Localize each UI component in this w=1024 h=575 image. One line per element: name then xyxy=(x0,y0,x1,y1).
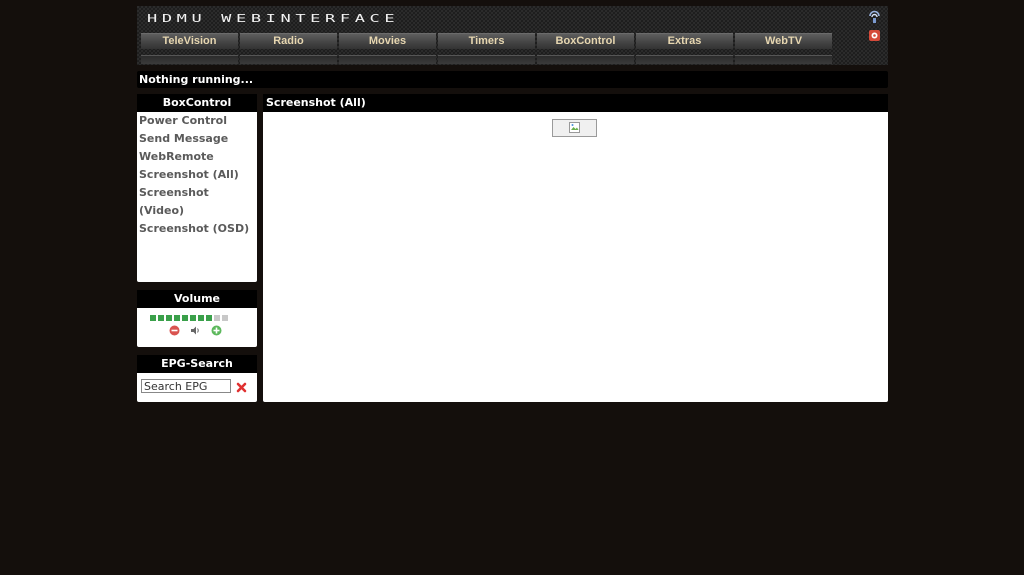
header: HDMU WEBINTERFACE TeleVision Radio Movie… xyxy=(137,6,888,65)
volume-step[interactable] xyxy=(198,315,204,321)
nav-submenu-bar xyxy=(240,55,337,64)
volume-up-icon[interactable] xyxy=(211,325,222,336)
main-panel-title: Screenshot (All) xyxy=(263,94,888,112)
settings-icon[interactable] xyxy=(868,29,881,42)
menu-item-screenshot-video[interactable]: Screenshot (Video) xyxy=(137,184,257,220)
epg-search-input[interactable] xyxy=(141,379,231,393)
menu-item-screenshot-osd[interactable]: Screenshot (OSD) xyxy=(137,220,257,238)
nav-label[interactable]: WebTV xyxy=(735,33,832,49)
volume-step[interactable] xyxy=(190,315,196,321)
volume-step[interactable] xyxy=(214,315,220,321)
boxcontrol-menu: Power Control Send Message WebRemote Scr… xyxy=(137,112,257,282)
menu-item-webremote[interactable]: WebRemote xyxy=(137,148,257,166)
broken-image-icon xyxy=(569,122,580,133)
clear-search-icon[interactable] xyxy=(236,382,247,393)
main-nav: TeleVision Radio Movies Timers BoxContro… xyxy=(141,33,833,64)
main-panel xyxy=(263,112,888,402)
nav-item-webtv[interactable]: WebTV xyxy=(735,33,832,64)
status-text: Nothing running... xyxy=(139,73,254,86)
nav-label[interactable]: Timers xyxy=(438,33,535,49)
nav-item-extras[interactable]: Extras xyxy=(636,33,733,64)
epg-search-panel-title: EPG-Search xyxy=(137,355,257,373)
menu-item-power-control[interactable]: Power Control xyxy=(137,112,257,130)
nav-submenu-bar xyxy=(339,55,436,64)
status-bar: Nothing running... xyxy=(137,71,888,88)
volume-panel-title: Volume xyxy=(137,290,257,308)
menu-item-send-message[interactable]: Send Message xyxy=(137,130,257,148)
logo: HDMU WEBINTERFACE xyxy=(147,12,400,26)
nav-submenu-bar xyxy=(735,55,832,64)
screenshot-image[interactable] xyxy=(552,119,597,137)
menu-item-screenshot-all[interactable]: Screenshot (All) xyxy=(137,166,257,184)
volume-down-icon[interactable] xyxy=(169,325,180,336)
volume-step[interactable] xyxy=(206,315,212,321)
boxcontrol-panel-title: BoxControl xyxy=(137,94,257,112)
nav-submenu-bar xyxy=(141,55,238,64)
nav-submenu-bar xyxy=(438,55,535,64)
mute-icon[interactable] xyxy=(190,325,201,336)
nav-label[interactable]: Movies xyxy=(339,33,436,49)
nav-label[interactable]: BoxControl xyxy=(537,33,634,49)
stream-icon[interactable] xyxy=(868,10,881,23)
volume-step[interactable] xyxy=(222,315,228,321)
nav-item-movies[interactable]: Movies xyxy=(339,33,436,64)
nav-label[interactable]: Radio xyxy=(240,33,337,49)
nav-submenu-bar xyxy=(636,55,733,64)
volume-step[interactable] xyxy=(174,315,180,321)
nav-item-television[interactable]: TeleVision xyxy=(141,33,238,64)
volume-panel xyxy=(137,308,257,347)
nav-label[interactable]: TeleVision xyxy=(141,33,238,49)
volume-step[interactable] xyxy=(182,315,188,321)
nav-label[interactable]: Extras xyxy=(636,33,733,49)
nav-item-radio[interactable]: Radio xyxy=(240,33,337,64)
page-title: Screenshot (All) xyxy=(266,96,366,109)
nav-item-boxcontrol[interactable]: BoxControl xyxy=(537,33,634,64)
volume-step[interactable] xyxy=(166,315,172,321)
epg-search-panel xyxy=(137,373,257,402)
nav-submenu-bar xyxy=(537,55,634,64)
nav-item-timers[interactable]: Timers xyxy=(438,33,535,64)
volume-step[interactable] xyxy=(150,315,156,321)
volume-step[interactable] xyxy=(158,315,164,321)
